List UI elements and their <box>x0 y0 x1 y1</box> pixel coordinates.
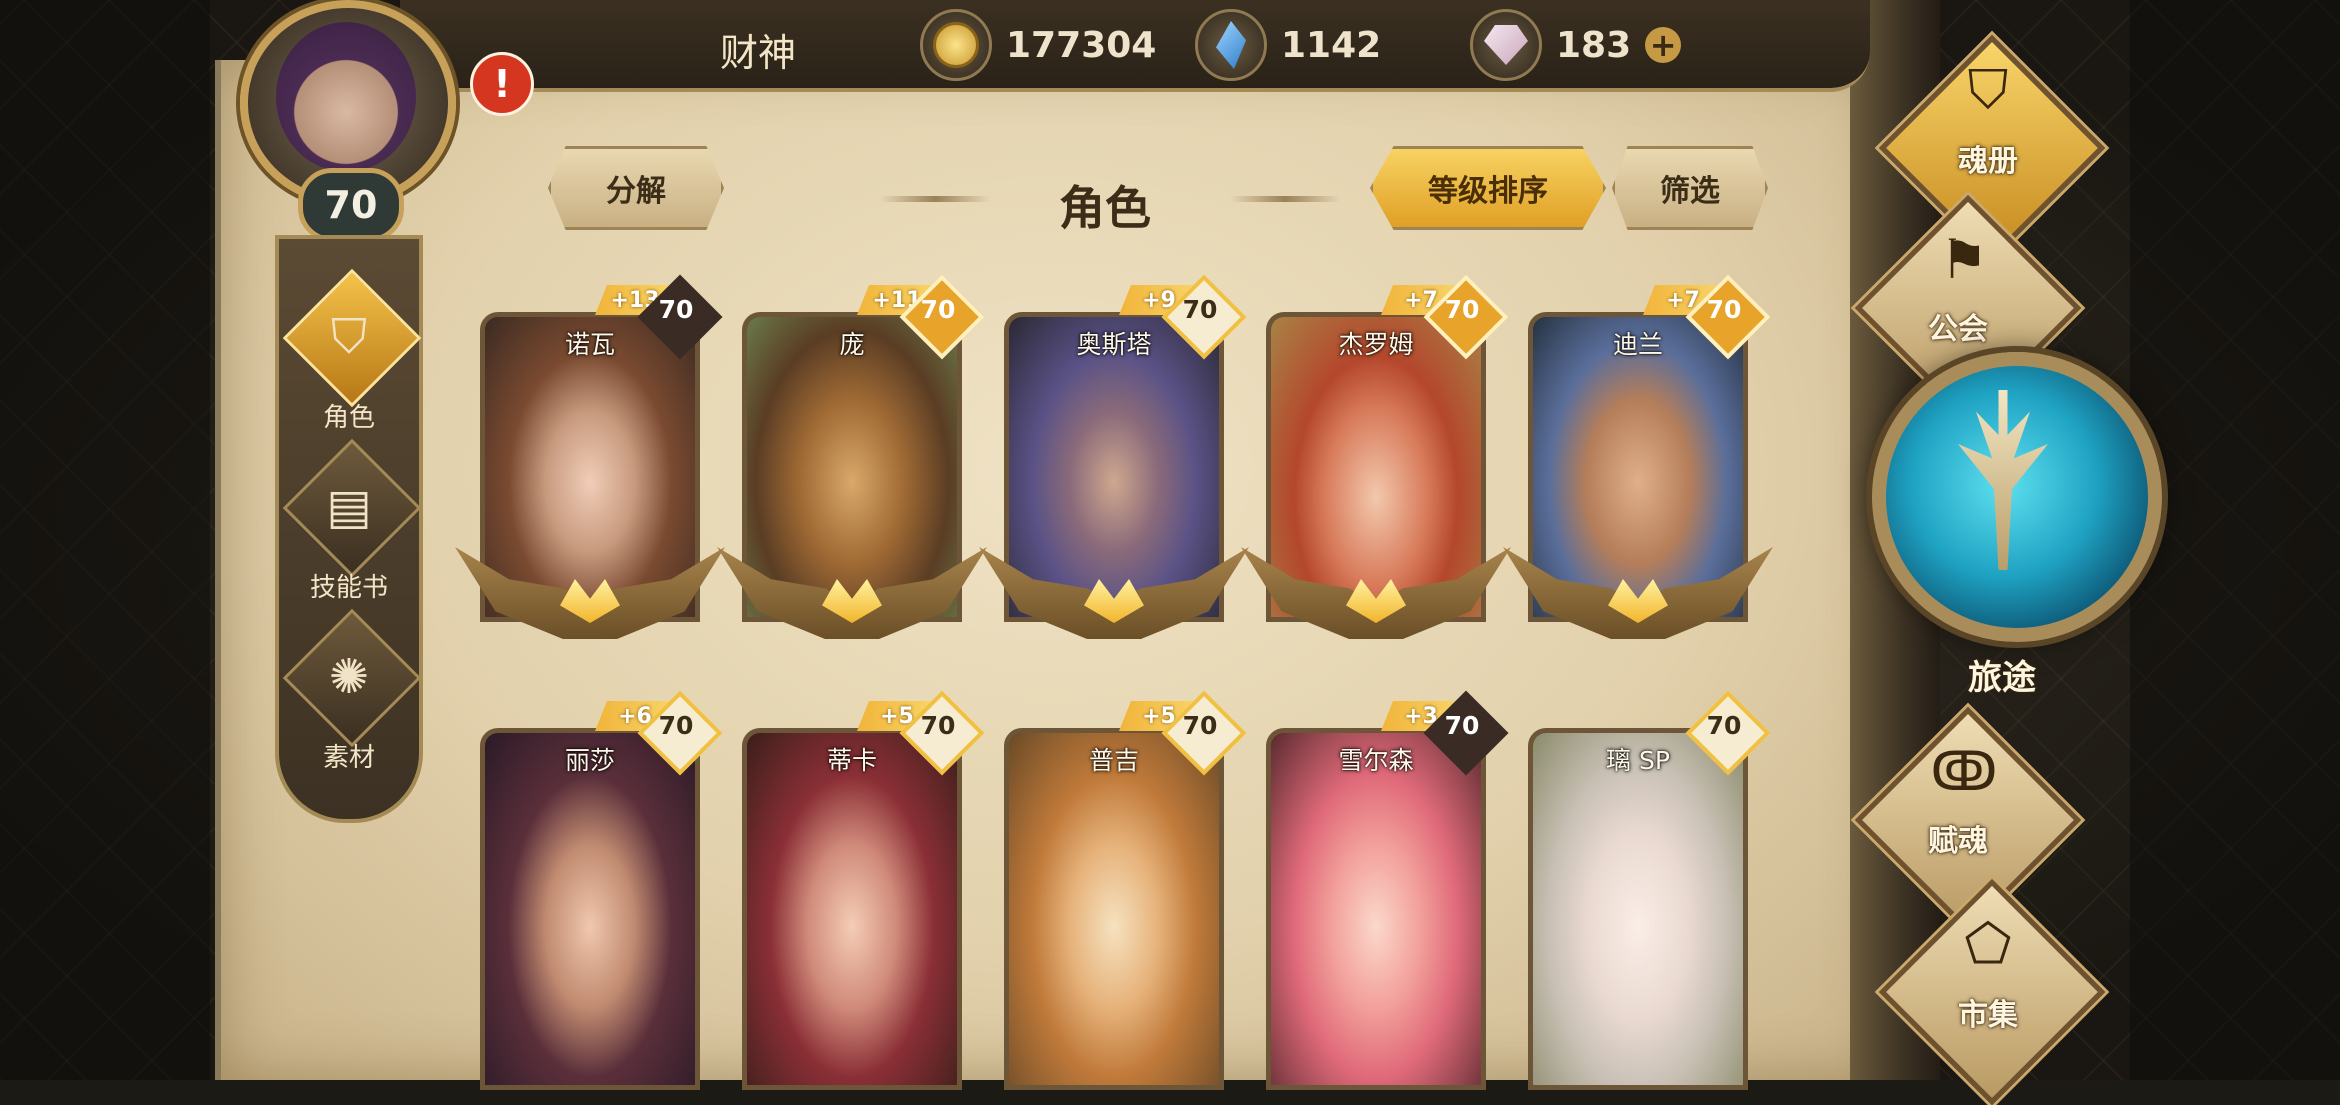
right-border <box>2130 0 2340 1080</box>
left-menu: ⛉ 角色 ▤ 技能书 ✺ 素材 <box>275 235 423 823</box>
crystal-value: 1142 <box>1281 24 1382 66</box>
character-level: 70 <box>1444 711 1480 740</box>
crystal-icon <box>1195 9 1267 81</box>
left-border <box>0 0 210 1080</box>
menu-label: 素材 <box>322 743 375 773</box>
character-level: 70 <box>1706 711 1742 740</box>
character-card[interactable]: 蒂卡 +5 70 <box>742 690 985 1090</box>
player-name: 财神 <box>719 31 796 75</box>
avatar-portrait <box>276 22 416 172</box>
helmet-icon: ⛉ <box>1967 58 2009 121</box>
endow-soul-label: 赋魂 <box>1928 824 1988 859</box>
character-card[interactable]: 璃 SP 70 <box>1528 690 1771 1090</box>
character-card[interactable]: 普吉 +5 70 <box>1004 690 1247 1090</box>
character-card[interactable]: 杰罗姆 +7 70 <box>1241 274 1511 639</box>
character-portrait <box>1271 317 1481 617</box>
flame-swirl-icon: ↂ <box>1930 740 1998 803</box>
material-icon: ✺ <box>328 649 370 705</box>
helmet-icon: ⛉ <box>330 309 367 365</box>
menu-label: 角色 <box>322 403 375 433</box>
character-level: 70 <box>1182 295 1218 324</box>
character-level: 70 <box>920 295 956 324</box>
journey-label: 旅途 <box>1968 658 2036 698</box>
journey-button[interactable] <box>1872 352 2162 642</box>
gold-coin-icon <box>920 9 992 81</box>
add-gem-button[interactable]: + <box>1645 27 1682 63</box>
character-portrait <box>747 733 957 1085</box>
character-card[interactable]: 庞 +11 70 <box>717 274 987 639</box>
decompose-button[interactable]: 分解 <box>548 146 724 230</box>
gem-value: 183 <box>1556 24 1632 66</box>
menu-item-character[interactable]: ⛉ 角色 <box>279 268 422 439</box>
page-title: 角色 <box>1059 181 1151 235</box>
gem-icon: ⬠ <box>1964 912 2012 975</box>
character-card[interactable]: 奥斯塔 +9 70 <box>979 274 1249 639</box>
character-portrait <box>1533 317 1743 617</box>
character-level: 70 <box>1444 295 1480 324</box>
menu-label: 技能书 <box>309 573 388 603</box>
character-portrait <box>485 733 695 1085</box>
gem-counter: 183 + <box>1470 9 1682 81</box>
guild-label: 公会 <box>1928 312 1988 347</box>
gem-icon <box>1470 9 1542 81</box>
character-level: 70 <box>920 711 956 740</box>
filter-button[interactable]: 筛选 <box>1612 146 1768 230</box>
character-card[interactable]: 诺瓦 +13 70 <box>455 274 725 639</box>
character-portrait <box>1009 317 1219 617</box>
crystal-counter: 1142 <box>1195 9 1382 81</box>
menu-item-skillbook[interactable]: ▤ 技能书 <box>279 438 422 609</box>
alert-icon[interactable]: ! <box>470 52 534 116</box>
player-level-badge: 70 <box>298 168 404 242</box>
character-level: 70 <box>1706 295 1742 324</box>
menu-item-material[interactable]: ✺ 素材 <box>279 608 422 779</box>
gold-counter: 177304 <box>920 9 1157 81</box>
title-ornament-right <box>1230 196 1340 202</box>
soulbook-label: 魂册 <box>1958 144 2018 179</box>
character-portrait <box>747 317 957 617</box>
character-portrait <box>1271 733 1481 1085</box>
character-card[interactable]: 雪尔森 +3 70 <box>1266 690 1509 1090</box>
level-sort-button[interactable]: 等级排序 <box>1370 146 1606 230</box>
skillbook-icon: ▤ <box>326 479 372 535</box>
guild-flag-icon: ⚑ <box>1939 228 1989 291</box>
character-portrait <box>1009 733 1219 1085</box>
character-level: 70 <box>658 295 694 324</box>
character-level: 70 <box>658 711 694 740</box>
character-portrait <box>1533 733 1743 1085</box>
market-label: 市集 <box>1958 998 2018 1033</box>
gold-value: 177304 <box>1006 24 1157 66</box>
character-card[interactable]: 丽莎 +6 70 <box>480 690 723 1090</box>
character-card[interactable]: 迪兰 +7 70 <box>1503 274 1773 639</box>
character-level: 70 <box>1182 711 1218 740</box>
character-portrait <box>485 317 695 617</box>
